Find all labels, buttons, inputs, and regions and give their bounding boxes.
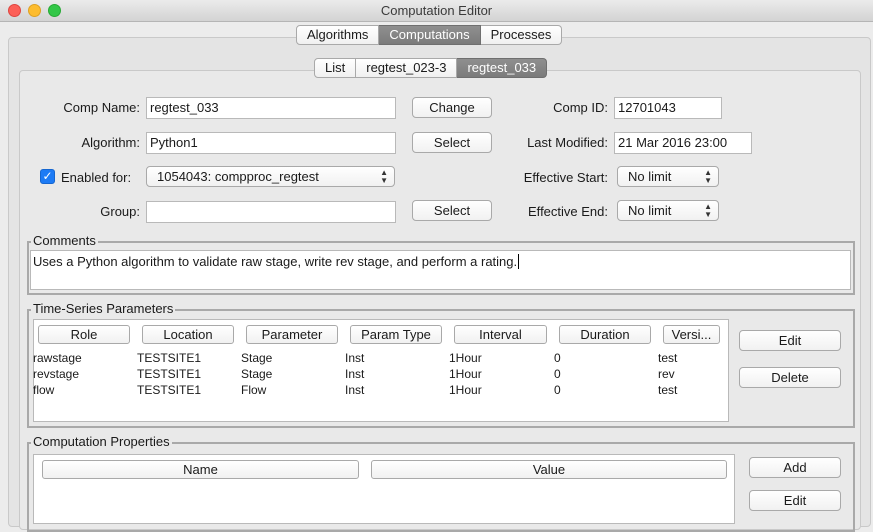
effective-start-dropdown[interactable]: No limit ▲ ▼ (617, 166, 719, 187)
props-edit-button[interactable]: Edit (749, 490, 841, 511)
effective-end-dropdown[interactable]: No limit ▲ ▼ (617, 200, 719, 221)
comments-textarea[interactable]: Uses a Python algorithm to validate raw … (30, 250, 851, 290)
dropdown-arrows-icon: ▲ ▼ (704, 167, 712, 185)
tab-list[interactable]: List (314, 58, 357, 78)
tab-computations[interactable]: Computations (379, 25, 481, 45)
main-tab-bar: Algorithms Computations Processes (296, 25, 563, 45)
cell-duration: 0 (554, 351, 561, 365)
cell-param-type: Inst (345, 351, 365, 365)
last-modified-field[interactable]: 21 Mar 2016 23:00 (614, 132, 752, 154)
props-add-button[interactable]: Add (749, 457, 841, 478)
ts-delete-button[interactable]: Delete (739, 367, 841, 388)
comments-title: Comments (31, 233, 98, 248)
time-series-parameters-title: Time-Series Parameters (31, 301, 176, 316)
dropdown-arrows-icon: ▲ ▼ (704, 201, 712, 219)
tab-regtest-023-3[interactable]: regtest_023-3 (356, 58, 458, 78)
window-title: Computation Editor (380, 3, 493, 18)
enabled-for-label: Enabled for: (61, 170, 132, 185)
algorithm-select-button[interactable]: Select (412, 132, 492, 153)
sub-tab-bar: List regtest_023-3 regtest_033 (314, 58, 548, 78)
enabled-for-value: 1054043: compproc_regtest (157, 169, 319, 184)
enabled-for-dropdown[interactable]: 1054043: compproc_regtest ▲ ▼ (146, 166, 395, 187)
group-field[interactable] (146, 201, 396, 223)
column-header-value[interactable]: Value (371, 460, 727, 479)
group-label: Group: (100, 204, 140, 219)
tab-algorithms[interactable]: Algorithms (296, 25, 380, 45)
algorithm-label: Algorithm: (81, 135, 140, 150)
computation-properties-title: Computation Properties (31, 434, 172, 449)
column-header-interval[interactable]: Interval (454, 325, 547, 344)
cell-duration: 0 (554, 367, 561, 381)
tab-regtest-033[interactable]: regtest_033 (457, 58, 548, 78)
cell-parameter: Stage (241, 351, 273, 365)
cell-duration: 0 (554, 383, 561, 397)
enabled-for-checkbox[interactable]: ✓ (40, 169, 55, 184)
text-caret (518, 254, 520, 269)
comp-id-label: Comp ID: (553, 100, 608, 115)
cell-version: rev (658, 367, 675, 381)
comp-name-field[interactable]: regtest_033 (146, 97, 396, 119)
effective-start-label: Effective Start: (523, 170, 608, 185)
cell-location: TESTSITE1 (137, 351, 202, 365)
comp-name-label: Comp Name: (63, 100, 140, 115)
cell-param-type: Inst (345, 383, 365, 397)
tab-processes[interactable]: Processes (480, 25, 563, 45)
change-button[interactable]: Change (412, 97, 492, 118)
last-modified-label: Last Modified: (527, 135, 608, 150)
cell-location: TESTSITE1 (137, 367, 202, 381)
cell-version: test (658, 383, 678, 397)
algorithm-field[interactable]: Python1 (146, 132, 396, 154)
cell-parameter: Flow (241, 383, 267, 397)
cell-parameter: Stage (241, 367, 273, 381)
dropdown-arrows-icon: ▲ ▼ (380, 167, 388, 185)
cell-role: rawstage (33, 351, 82, 365)
column-header-name[interactable]: Name (42, 460, 359, 479)
comp-id-field[interactable]: 12701043 (614, 97, 722, 119)
effective-end-label: Effective End: (528, 204, 608, 219)
cell-role: revstage (33, 367, 80, 381)
title-bar: Computation Editor (0, 0, 873, 22)
ts-edit-button[interactable]: Edit (739, 330, 841, 351)
column-header-role[interactable]: Role (38, 325, 130, 344)
cell-version: test (658, 351, 678, 365)
column-header-param-type[interactable]: Param Type (350, 325, 442, 344)
cell-location: TESTSITE1 (137, 383, 202, 397)
cell-interval: 1Hour (449, 383, 482, 397)
cell-interval: 1Hour (449, 367, 482, 381)
column-header-location[interactable]: Location (142, 325, 234, 344)
column-header-parameter[interactable]: Parameter (246, 325, 338, 344)
cell-interval: 1Hour (449, 351, 482, 365)
group-select-button[interactable]: Select (412, 200, 492, 221)
comments-text: Uses a Python algorithm to validate raw … (33, 254, 518, 269)
cell-role: flow (33, 383, 55, 397)
effective-start-value: No limit (628, 169, 672, 184)
column-header-version[interactable]: Versi... (663, 325, 720, 344)
cell-param-type: Inst (345, 367, 365, 381)
column-header-duration[interactable]: Duration (559, 325, 651, 344)
effective-end-value: No limit (628, 203, 672, 218)
